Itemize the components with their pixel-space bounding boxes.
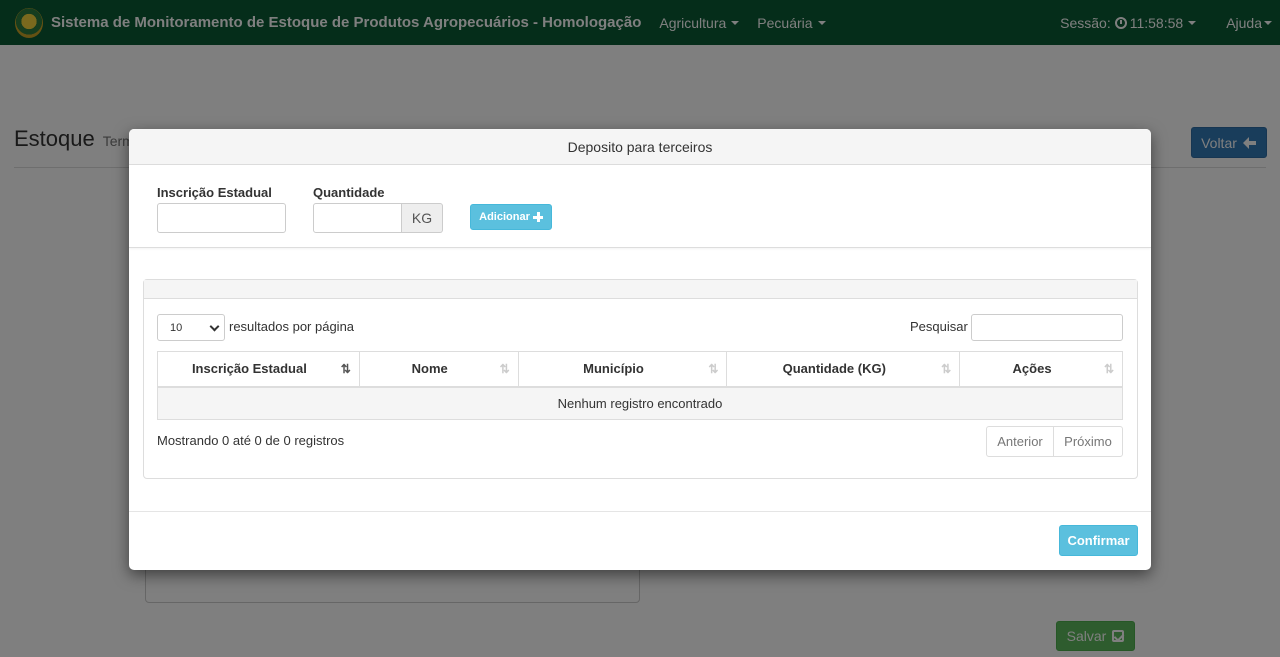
modal-title: Deposito para terceiros [567,138,713,155]
sort-icon: ⇅ [499,362,510,376]
unit-addon: KG [402,203,443,233]
column-label: Inscrição Estadual [191,361,307,377]
page-length-value: 10 [170,321,183,334]
plus-icon [532,212,543,222]
add-button[interactable]: Adicionar [470,204,552,230]
deposits-table: Inscrição Estadual ⇅ Nome ⇅ Município ⇅ … [157,351,1123,420]
deposit-form: Inscrição Estadual Quantidade KG Adicion… [129,165,1151,248]
confirm-button-label: Confirmar [1067,533,1130,548]
empty-table-message: Nenhum registro encontrado [157,386,1123,420]
sort-icon: ⇅ [1103,362,1115,376]
column-header-acoes[interactable]: Ações ⇅ [959,351,1123,388]
table-info: Mostrando 0 até 0 de 0 registros [157,433,345,448]
table-row: Nenhum registro encontrado [157,386,1123,420]
previous-page-button[interactable]: Anterior [987,427,1054,456]
deposits-table-panel: 10 resultados por página Pesquisar Inscr… [143,279,1138,479]
column-label: Nome [411,361,448,377]
modal-footer: Confirmar [129,511,1151,570]
quantity-label: Quantidade [313,185,385,200]
add-button-label: Adicionar [479,211,530,223]
column-header-quantidade[interactable]: Quantidade (KG) ⇅ [726,351,961,388]
column-label: Quantidade (KG) [782,361,886,377]
column-label: Ações [1012,361,1052,377]
state-registration-label: Inscrição Estadual [157,185,272,200]
page-length-label: resultados por página [229,319,355,334]
confirm-button[interactable]: Confirmar [1059,525,1138,556]
column-label: Município [583,361,644,377]
state-registration-input[interactable] [157,203,286,233]
column-header-municipio[interactable]: Município ⇅ [517,351,728,388]
modal-header: Deposito para terceiros [129,129,1151,165]
unit-label: KG [411,210,433,226]
table-header-row: Inscrição Estadual ⇅ Nome ⇅ Município ⇅ … [157,351,1123,388]
search-label: Pesquisar [910,319,968,334]
page-length-select[interactable]: 10 [157,314,225,341]
sort-icon: ⇅ [708,362,719,376]
search-input[interactable] [971,314,1123,341]
deposit-modal: Deposito para terceiros Inscrição Estadu… [129,129,1151,570]
pagination: Anterior Próximo [986,426,1123,457]
next-page-button[interactable]: Próximo [1054,427,1122,456]
quantity-input[interactable] [313,203,402,233]
table-panel-heading [144,280,1137,299]
sort-icon: ⇅ [941,362,952,376]
column-header-inscricao[interactable]: Inscrição Estadual ⇅ [157,351,360,388]
sort-ascending-icon: ⇅ [340,362,351,376]
column-header-nome[interactable]: Nome ⇅ [358,351,519,388]
chevron-down-icon [209,321,220,332]
